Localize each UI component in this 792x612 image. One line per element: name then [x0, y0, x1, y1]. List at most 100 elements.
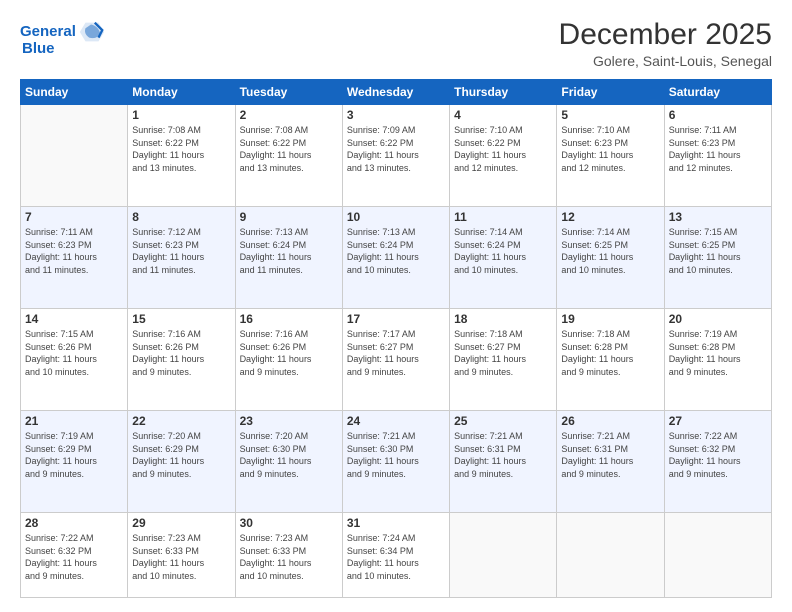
- day-info: Sunrise: 7:13 AM Sunset: 6:24 PM Dayligh…: [240, 226, 338, 276]
- calendar-day-cell: [557, 512, 664, 597]
- calendar-day-cell: 14Sunrise: 7:15 AM Sunset: 6:26 PM Dayli…: [21, 308, 128, 410]
- day-info: Sunrise: 7:21 AM Sunset: 6:30 PM Dayligh…: [347, 430, 445, 480]
- calendar-day-cell: 2 Sunrise: 7:08 AM Sunset: 6:22 PM Daylig…: [235, 105, 342, 207]
- calendar-week-row: 7 Sunrise: 7:11 AM Sunset: 6:23 PM Daylig…: [21, 206, 772, 308]
- day-number: 27: [669, 414, 767, 428]
- day-number: 13: [669, 210, 767, 224]
- calendar-week-row: 1 Sunrise: 7:08 AM Sunset: 6:22 PM Daylig…: [21, 105, 772, 207]
- day-info: Sunrise: 7:19 AM Sunset: 6:29 PM Dayligh…: [25, 430, 123, 480]
- calendar-day-cell: 12 Sunrise: 7:14 AM Sunset: 6:25 PM Dayli…: [557, 206, 664, 308]
- calendar-day-cell: 29 Sunrise: 7:23 AM Sunset: 6:33 PM Dayli…: [128, 512, 235, 597]
- calendar-header-cell: Monday: [128, 80, 235, 105]
- day-info: Sunrise: 7:21 AM Sunset: 6:31 PM Dayligh…: [454, 430, 552, 480]
- day-number: 8: [132, 210, 230, 224]
- calendar-day-cell: 23 Sunrise: 7:20 AM Sunset: 6:30 PM Dayli…: [235, 410, 342, 512]
- day-info: Sunrise: 7:14 AM Sunset: 6:25 PM Dayligh…: [561, 226, 659, 276]
- calendar-day-cell: 7 Sunrise: 7:11 AM Sunset: 6:23 PM Daylig…: [21, 206, 128, 308]
- day-number: 7: [25, 210, 123, 224]
- day-number: 19: [561, 312, 659, 326]
- logo-blue: Blue: [22, 40, 55, 57]
- calendar-header-cell: Tuesday: [235, 80, 342, 105]
- day-number: 1: [132, 108, 230, 122]
- calendar-day-cell: 18 Sunrise: 7:18 AM Sunset: 6:27 PM Dayli…: [450, 308, 557, 410]
- calendar-day-cell: [664, 512, 771, 597]
- calendar-day-cell: 15 Sunrise: 7:16 AM Sunset: 6:26 PM Dayli…: [128, 308, 235, 410]
- day-info: Sunrise: 7:18 AM Sunset: 6:28 PM Dayligh…: [561, 328, 659, 378]
- day-number: 12: [561, 210, 659, 224]
- day-number: 9: [240, 210, 338, 224]
- calendar-day-cell: 26 Sunrise: 7:21 AM Sunset: 6:31 PM Dayli…: [557, 410, 664, 512]
- calendar-day-cell: 28 Sunrise: 7:22 AM Sunset: 6:32 PM Dayli…: [21, 512, 128, 597]
- calendar-day-cell: 25 Sunrise: 7:21 AM Sunset: 6:31 PM Dayli…: [450, 410, 557, 512]
- day-info: Sunrise: 7:16 AM Sunset: 6:26 PM Dayligh…: [240, 328, 338, 378]
- day-info: Sunrise: 7:08 AM Sunset: 6:22 PM Dayligh…: [132, 124, 230, 174]
- day-number: 2: [240, 108, 338, 122]
- calendar-day-cell: 19 Sunrise: 7:18 AM Sunset: 6:28 PM Dayli…: [557, 308, 664, 410]
- calendar-day-cell: 13 Sunrise: 7:15 AM Sunset: 6:25 PM Dayli…: [664, 206, 771, 308]
- header: General Blue December 2025 Golere, Saint…: [20, 18, 772, 69]
- day-info: Sunrise: 7:19 AM Sunset: 6:28 PM Dayligh…: [669, 328, 767, 378]
- location: Golere, Saint-Louis, Senegal: [559, 53, 772, 69]
- day-info: Sunrise: 7:13 AM Sunset: 6:24 PM Dayligh…: [347, 226, 445, 276]
- calendar-page: General Blue December 2025 Golere, Saint…: [0, 0, 792, 612]
- logo-icon: [78, 18, 106, 46]
- day-info: Sunrise: 7:22 AM Sunset: 6:32 PM Dayligh…: [25, 532, 123, 582]
- day-info: Sunrise: 7:11 AM Sunset: 6:23 PM Dayligh…: [25, 226, 123, 276]
- calendar-header-cell: Friday: [557, 80, 664, 105]
- day-info: Sunrise: 7:17 AM Sunset: 6:27 PM Dayligh…: [347, 328, 445, 378]
- calendar-day-cell: 11Sunrise: 7:14 AM Sunset: 6:24 PM Dayli…: [450, 206, 557, 308]
- day-number: 18: [454, 312, 552, 326]
- day-number: 24: [347, 414, 445, 428]
- day-info: Sunrise: 7:10 AM Sunset: 6:23 PM Dayligh…: [561, 124, 659, 174]
- day-number: 16: [240, 312, 338, 326]
- calendar-week-row: 21Sunrise: 7:19 AM Sunset: 6:29 PM Dayli…: [21, 410, 772, 512]
- calendar-week-row: 28 Sunrise: 7:22 AM Sunset: 6:32 PM Dayli…: [21, 512, 772, 597]
- day-info: Sunrise: 7:18 AM Sunset: 6:27 PM Dayligh…: [454, 328, 552, 378]
- calendar-table: SundayMondayTuesdayWednesdayThursdayFrid…: [20, 79, 772, 598]
- logo-text: General: [20, 23, 76, 41]
- day-number: 30: [240, 516, 338, 530]
- month-year: December 2025: [559, 18, 772, 51]
- calendar-day-cell: 21Sunrise: 7:19 AM Sunset: 6:29 PM Dayli…: [21, 410, 128, 512]
- day-info: Sunrise: 7:08 AM Sunset: 6:22 PM Dayligh…: [240, 124, 338, 174]
- day-info: Sunrise: 7:24 AM Sunset: 6:34 PM Dayligh…: [347, 532, 445, 582]
- calendar-week-row: 14Sunrise: 7:15 AM Sunset: 6:26 PM Dayli…: [21, 308, 772, 410]
- day-number: 22: [132, 414, 230, 428]
- day-number: 4: [454, 108, 552, 122]
- calendar-day-cell: 5Sunrise: 7:10 AM Sunset: 6:23 PM Daylig…: [557, 105, 664, 207]
- day-info: Sunrise: 7:20 AM Sunset: 6:29 PM Dayligh…: [132, 430, 230, 480]
- day-info: Sunrise: 7:15 AM Sunset: 6:26 PM Dayligh…: [25, 328, 123, 378]
- day-info: Sunrise: 7:22 AM Sunset: 6:32 PM Dayligh…: [669, 430, 767, 480]
- calendar-day-cell: 1 Sunrise: 7:08 AM Sunset: 6:22 PM Daylig…: [128, 105, 235, 207]
- day-info: Sunrise: 7:12 AM Sunset: 6:23 PM Dayligh…: [132, 226, 230, 276]
- day-number: 11: [454, 210, 552, 224]
- day-info: Sunrise: 7:11 AM Sunset: 6:23 PM Dayligh…: [669, 124, 767, 174]
- day-number: 26: [561, 414, 659, 428]
- day-number: 17: [347, 312, 445, 326]
- day-info: Sunrise: 7:10 AM Sunset: 6:22 PM Dayligh…: [454, 124, 552, 174]
- day-info: Sunrise: 7:21 AM Sunset: 6:31 PM Dayligh…: [561, 430, 659, 480]
- calendar-header-cell: Thursday: [450, 80, 557, 105]
- day-info: Sunrise: 7:16 AM Sunset: 6:26 PM Dayligh…: [132, 328, 230, 378]
- day-info: Sunrise: 7:23 AM Sunset: 6:33 PM Dayligh…: [240, 532, 338, 582]
- day-info: Sunrise: 7:15 AM Sunset: 6:25 PM Dayligh…: [669, 226, 767, 276]
- day-number: 25: [454, 414, 552, 428]
- calendar-day-cell: 22 Sunrise: 7:20 AM Sunset: 6:29 PM Dayli…: [128, 410, 235, 512]
- calendar-day-cell: 24 Sunrise: 7:21 AM Sunset: 6:30 PM Dayli…: [342, 410, 449, 512]
- calendar-day-cell: 8 Sunrise: 7:12 AM Sunset: 6:23 PM Daylig…: [128, 206, 235, 308]
- day-number: 28: [25, 516, 123, 530]
- calendar-day-cell: 31Sunrise: 7:24 AM Sunset: 6:34 PM Dayli…: [342, 512, 449, 597]
- day-number: 6: [669, 108, 767, 122]
- day-number: 23: [240, 414, 338, 428]
- day-number: 3: [347, 108, 445, 122]
- day-number: 20: [669, 312, 767, 326]
- calendar-day-cell: 20 Sunrise: 7:19 AM Sunset: 6:28 PM Dayli…: [664, 308, 771, 410]
- day-number: 15: [132, 312, 230, 326]
- day-info: Sunrise: 7:23 AM Sunset: 6:33 PM Dayligh…: [132, 532, 230, 582]
- calendar-header-cell: Wednesday: [342, 80, 449, 105]
- day-info: Sunrise: 7:20 AM Sunset: 6:30 PM Dayligh…: [240, 430, 338, 480]
- calendar-day-cell: 16 Sunrise: 7:16 AM Sunset: 6:26 PM Dayli…: [235, 308, 342, 410]
- calendar-day-cell: [21, 105, 128, 207]
- day-number: 29: [132, 516, 230, 530]
- calendar-header-row: SundayMondayTuesdayWednesdayThursdayFrid…: [21, 80, 772, 105]
